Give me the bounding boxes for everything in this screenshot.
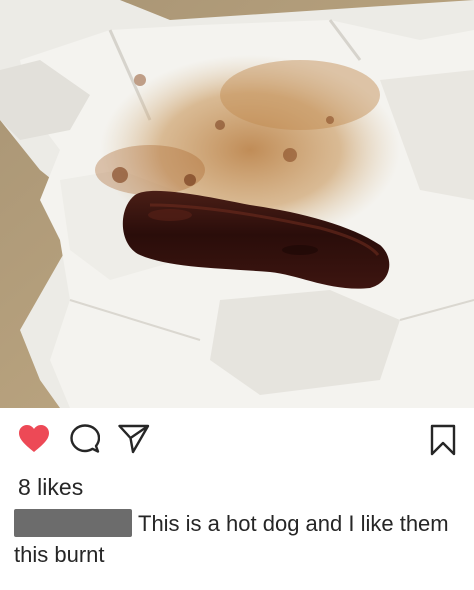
paper-plane-icon [118, 424, 150, 454]
burnt-hot-dog-photo [0, 0, 474, 408]
comment-bubble-icon [70, 424, 100, 453]
post-caption: This is a hot dog and I like them this b… [14, 508, 454, 570]
save-button[interactable] [430, 424, 456, 456]
heart-icon [19, 425, 49, 452]
like-button[interactable] [18, 424, 50, 454]
like-count[interactable]: 8 likes [18, 474, 83, 501]
comment-button[interactable] [70, 424, 100, 454]
bookmark-icon [430, 424, 456, 456]
post-photo[interactable] [0, 0, 474, 408]
share-button[interactable] [118, 424, 150, 454]
post-action-bar [0, 408, 474, 470]
redacted-username [14, 509, 132, 537]
